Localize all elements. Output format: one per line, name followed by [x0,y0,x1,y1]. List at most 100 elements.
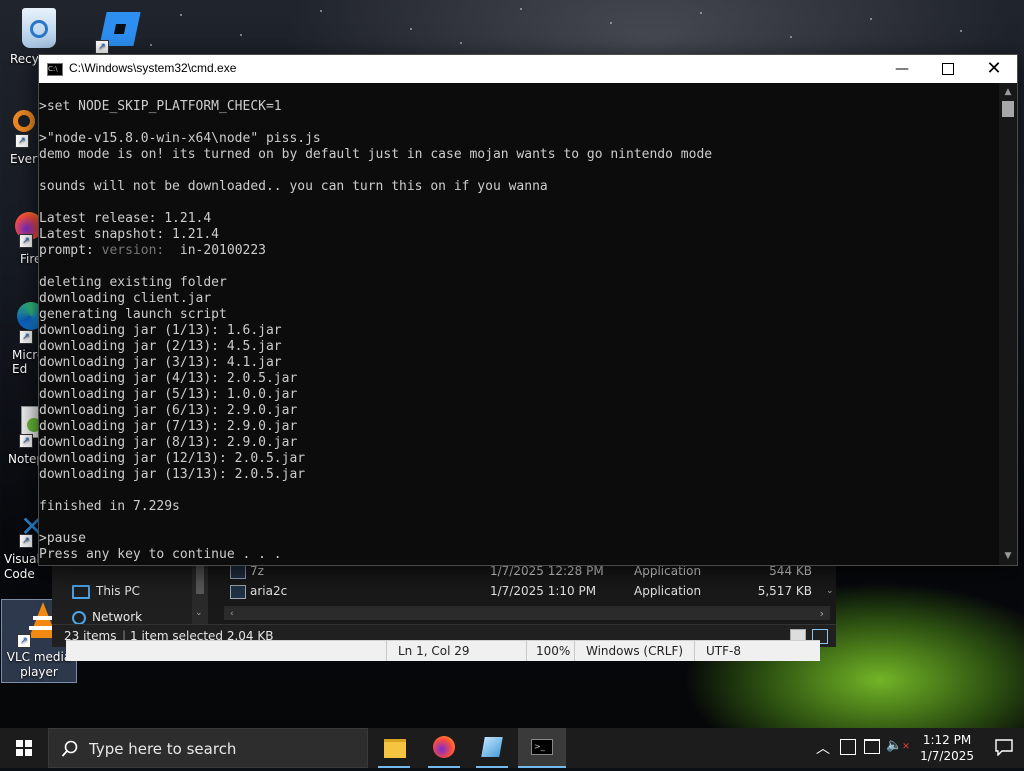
console-line: generating launch script [39,307,227,322]
taskbar-firefox[interactable] [420,728,468,768]
nav-item-label: This PC [96,584,140,598]
cmd-window[interactable]: C:\ C:\Windows\system32\cmd.exe — ✕ >set… [38,54,1018,566]
console-line: downloading jar (4/13): 2.0.5.jar [39,371,298,386]
console-scrollbar[interactable]: ▲ ▼ [999,83,1017,565]
desktop-icon-label: Every [10,152,45,166]
system-tray: ︿ 🔈✕ [812,728,912,768]
scroll-up-arrow-icon[interactable]: ▲ [999,85,1017,99]
scrollbar-thumb[interactable] [1002,101,1014,117]
window-title: C:\Windows\system32\cmd.exe [69,61,237,75]
file-type: Application [634,584,702,598]
file-row[interactable]: aria2c 1/7/2025 1:10 PM Application 5,51… [224,582,824,602]
zoom-level: 100% [536,644,571,658]
maximize-button[interactable] [925,55,971,83]
clock-time: 1:12 PM [922,733,972,747]
scroll-down-arrow-icon[interactable]: ▼ [999,549,1017,563]
taskbar-search-box[interactable]: Type here to search [48,728,368,768]
console-line: downloading jar (3/13): 4.1.jar [39,355,282,370]
console-output[interactable]: >set NODE_SKIP_PLATFORM_CHECK=1 >"node-v1… [39,83,997,581]
file-list-horizontal-scrollbar[interactable]: ‹ › [224,606,830,620]
notepad-icon [481,737,503,757]
action-center-button[interactable] [994,738,1014,757]
scroll-down-arrow-icon[interactable]: ⌄ [826,586,834,596]
console-line: finished in 7.229s [39,499,180,514]
console-line: downloading jar (1/13): 1.6.jar [39,323,282,338]
everything-icon: ↗ [5,110,35,148]
taskbar-notepad[interactable] [468,728,516,768]
status-divider [386,641,387,661]
cmd-icon: C:\ [47,63,63,76]
console-line: downloading jar (5/13): 1.0.0.jar [39,387,298,402]
status-divider [574,641,575,661]
console-line: >set NODE_SKIP_PLATFORM_CHECK=1 [39,99,282,114]
nav-item-network[interactable]: Network [72,610,142,624]
taskbar-clock[interactable]: 1:12 PM 1/7/2025 [920,732,974,764]
prompt-value: in-20100223 [164,243,266,258]
status-divider [526,641,527,661]
cursor-position: Ln 1, Col 29 [398,644,470,658]
shortcut-arrow-icon: ↗ [19,434,33,448]
roblox-icon: ↗ [95,8,141,54]
cmd-icon: >_ [531,739,553,755]
shortcut-arrow-icon: ↗ [19,534,33,548]
nav-item-label: Network [92,610,143,624]
search-icon [61,740,78,757]
file-size: 5,517 KB [757,584,812,598]
shortcut-arrow-icon: ↗ [15,134,29,148]
scroll-down-arrow-icon[interactable]: ⌄ [195,608,203,618]
desktop-icon-everything[interactable]: ↗ Every [0,110,45,166]
maximize-icon [942,63,954,75]
desktop-icon-vscode[interactable]: ✕ ↗ Visual Code [0,510,44,582]
scroll-right-arrow-icon[interactable]: › [820,607,824,620]
recycle-bin-icon [22,8,56,48]
line-ending: Windows (CRLF) [586,644,684,658]
desktop-icon-notepadpp[interactable]: ↗ Notep [0,406,45,466]
volume-muted-icon[interactable]: 🔈✕ [886,738,910,753]
minimize-button[interactable]: — [879,55,925,83]
console-line: prompt: version: in-20100223 [39,243,997,259]
prompt-dim-text: version: [101,243,165,258]
firefox-icon [433,736,455,758]
shortcut-arrow-icon: ↗ [95,40,109,54]
desktop-icon-edge[interactable]: ↗ Micro Ed [0,302,45,376]
close-button[interactable]: ✕ [971,55,1017,83]
desktop-icon-label: VLC media player [6,650,72,679]
file-date: 1/7/2025 1:10 PM [490,584,597,598]
security-icon[interactable] [840,739,856,755]
desktop-icon-label: Micro Ed [12,348,45,376]
vscode-icon: ✕ ↗ [19,510,44,548]
taskbar-cmd[interactable]: >_ [518,728,566,768]
notepadpp-icon: ↗ [5,406,45,448]
start-button[interactable] [0,728,48,768]
network-icon[interactable] [864,739,880,754]
console-line: downloading jar (12/13): 2.0.5.jar [39,451,306,466]
taskbar-file-explorer[interactable] [370,728,418,768]
console-line: downloading jar (7/13): 2.9.0.jar [39,419,298,434]
search-placeholder: Type here to search [89,740,237,758]
console-line: deleting existing folder [39,275,227,290]
console-line: downloading jar (13/13): 2.0.5.jar [39,467,306,482]
scroll-left-arrow-icon[interactable]: ‹ [230,609,234,619]
encoding: UTF-8 [706,644,741,658]
console-line: demo mode is on! its turned on by defaul… [39,147,713,162]
clock-date: 1/7/2025 [920,749,974,763]
cmd-titlebar[interactable]: C:\ C:\Windows\system32\cmd.exe — ✕ [39,55,1017,83]
console-line: >pause [39,531,86,546]
notification-icon [995,739,1013,757]
folder-icon [384,739,406,758]
file-name: aria2c [250,584,288,598]
edge-icon: ↗ [5,302,45,344]
show-hidden-icons-chevron-icon[interactable]: ︿ [816,738,830,758]
desktop-icon-firefox[interactable]: ↗ Fire [0,210,43,266]
network-icon [72,610,86,624]
desktop-icon-roblox[interactable]: ↗ [84,8,154,56]
application-icon [230,585,246,599]
computer-icon [72,584,90,599]
nav-item-this-pc[interactable]: This PC [72,584,140,599]
shortcut-arrow-icon: ↗ [17,634,31,648]
